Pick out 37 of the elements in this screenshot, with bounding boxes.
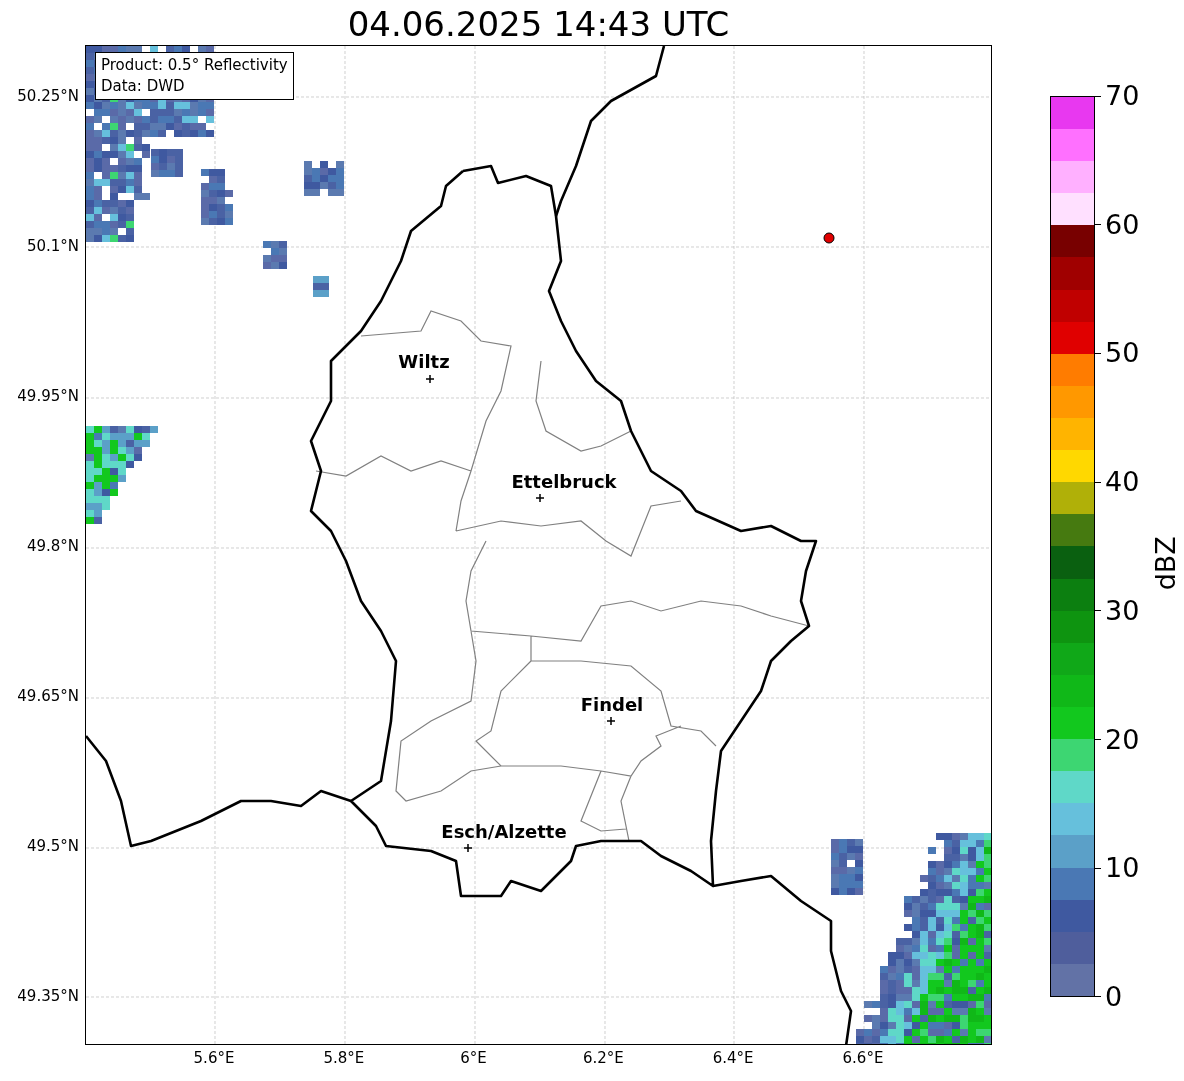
colorbar-tick-label: 10	[1095, 852, 1140, 885]
colorbar-tick-label: 70	[1095, 80, 1140, 112]
colorbar-tick-label: 50	[1095, 337, 1140, 370]
radar-echo	[263, 241, 287, 269]
axis-tick-label: 6.4°E	[711, 1048, 755, 1068]
axis-tick-label: 5.8°E	[322, 1048, 366, 1068]
city-marker-icon	[463, 843, 473, 853]
colorbar-tick-label: 30	[1095, 594, 1140, 627]
colorbar-tick-label: 20	[1095, 723, 1140, 756]
axis-tick-label: 5.6°E	[192, 1048, 236, 1068]
axis-tick-label: 50.1°N	[25, 236, 80, 256]
colorbar-tick-label: 60	[1095, 208, 1140, 241]
radar-echo	[304, 161, 344, 196]
info-text: Data: DWD	[101, 76, 186, 97]
axis-tick-label: 49.5°N	[25, 836, 80, 856]
axis-tick-label: 49.35°N	[16, 986, 80, 1006]
chart-title: 04.06.2025 14:43 UTC	[347, 3, 730, 45]
city-marker-icon	[425, 374, 435, 384]
axis-tick-label: 6°E	[459, 1048, 488, 1068]
city-marker-icon	[535, 493, 545, 503]
axis-tick-label: 49.65°N	[16, 686, 80, 706]
axis-tick-label: 50.25°N	[16, 86, 80, 106]
axis-tick-label: 6.2°E	[581, 1048, 625, 1068]
radar-echo	[313, 276, 329, 297]
axis-tick-label: 49.95°N	[16, 386, 80, 406]
axis-tick-label: 6.6°E	[841, 1048, 885, 1068]
location-dot	[823, 232, 835, 244]
info-text: Product: 0.5° Reflectivity	[101, 55, 288, 76]
city-marker-icon	[606, 716, 616, 726]
colorbar-label: dBZ	[1149, 535, 1183, 591]
colorbar-tick-label: 0	[1095, 980, 1140, 1013]
city-label: Wiltz	[398, 351, 450, 372]
colorbar-tick-label: 40	[1095, 466, 1140, 499]
city-label: Esch/Alzette	[441, 821, 567, 842]
city-label: Ettelbruck	[511, 471, 617, 492]
city-label: Findel	[580, 694, 644, 715]
axis-tick-label: 49.8°N	[25, 536, 80, 556]
